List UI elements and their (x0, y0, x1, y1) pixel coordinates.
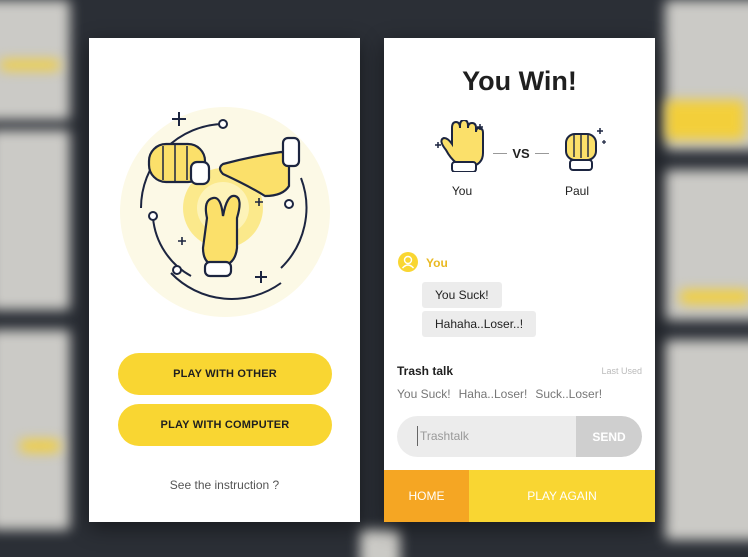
menu-screen: PLAY WITH OTHER PLAY WITH COMPUTER See t… (89, 38, 360, 522)
avatar (398, 252, 418, 272)
play-with-computer-button[interactable]: PLAY WITH COMPUTER (118, 404, 332, 446)
vs-label: VS (512, 146, 530, 161)
suggestion-chip[interactable]: Haha..Loser! (459, 387, 528, 401)
paper-hand-icon (432, 118, 492, 173)
see-instruction-link[interactable]: See the instruction ? (89, 478, 360, 492)
chat-sender-name: You (426, 256, 448, 270)
suggestion-chip[interactable]: You Suck! (397, 387, 451, 401)
rock-paper-scissors-illustration (111, 98, 339, 326)
trash-talk-title: Trash talk (397, 364, 454, 378)
player-name: You (451, 184, 473, 198)
trash-talk-input-bar: SEND (397, 416, 642, 457)
result-title: You Win! (462, 66, 577, 96)
home-button[interactable]: HOME (384, 470, 469, 522)
trash-talk-input[interactable] (417, 426, 567, 446)
play-again-button[interactable]: PLAY AGAIN (469, 470, 655, 522)
last-used-label: Last Used (601, 366, 642, 376)
result-screen: You Win! VS You Paul You You Suck! Hahah… (384, 38, 655, 522)
rock-fist-icon (558, 126, 610, 172)
chat-message: Hahaha..Loser..! (422, 311, 537, 337)
send-button[interactable]: SEND (576, 416, 642, 457)
trash-talk-suggestions: You Suck! Haha..Loser! Suck..Loser! (397, 387, 602, 401)
play-with-other-button[interactable]: PLAY WITH OTHER (118, 353, 332, 395)
bottom-action-bar: HOME PLAY AGAIN (384, 470, 655, 522)
suggestion-chip[interactable]: Suck..Loser! (535, 387, 602, 401)
opponent-name: Paul (564, 184, 590, 198)
chat-message: You Suck! (422, 282, 502, 308)
vs-divider: VS (488, 146, 554, 161)
